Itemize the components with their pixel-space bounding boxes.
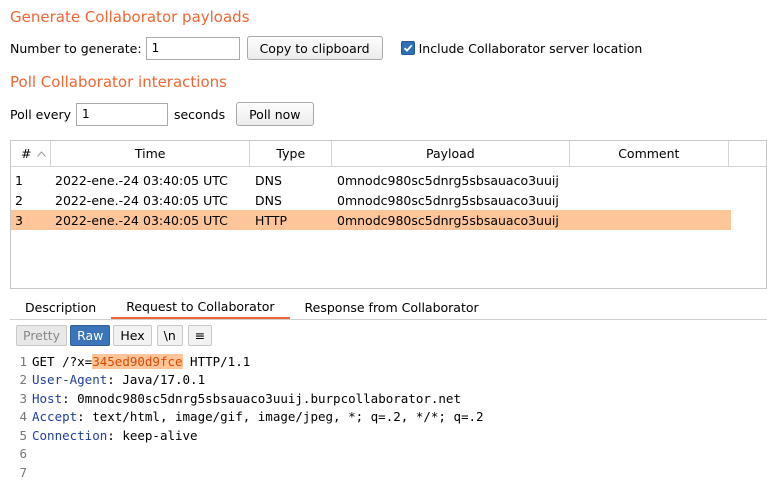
- header-colon: :: [107, 427, 115, 443]
- line-number: 3: [19, 390, 27, 406]
- include-server-location-checkbox[interactable]: Include Collaborator server location: [400, 40, 643, 56]
- editor-line: 6: [0, 445, 767, 464]
- raw-button[interactable]: Raw: [70, 325, 111, 346]
- table-row-selected[interactable]: 3 2022-ene.-24 03:40:05 UTC HTTP 0mnodc9…: [11, 210, 731, 230]
- poll-now-button[interactable]: Poll now: [236, 102, 314, 126]
- number-label: Number to generate:: [10, 40, 142, 56]
- row-num: 3: [15, 212, 23, 228]
- editor-line: 3 Host: 0mnodc980sc5dnrg5sbsauaco3uuij.bu…: [0, 389, 767, 408]
- pretty-button[interactable]: Pretty: [16, 325, 68, 346]
- editor-line: 4 Accept: text/html, image/gif, image/jpe…: [0, 408, 767, 427]
- highlighted-parameter-value: 345ed90d9fce: [92, 353, 183, 369]
- row-time: 2022-ene.-24 03:40:05 UTC: [55, 212, 228, 228]
- column-header-filler: [729, 141, 766, 166]
- header-key: Connection: [32, 427, 108, 443]
- row-type: DNS: [255, 172, 282, 188]
- line-number: 5: [19, 427, 27, 443]
- column-header-type[interactable]: Type: [250, 141, 333, 166]
- header-key: Accept: [32, 409, 78, 425]
- column-header-num-label: #: [21, 146, 32, 161]
- column-header-num[interactable]: #: [11, 141, 51, 166]
- tab-request-to-collaborator[interactable]: Request to Collaborator: [111, 295, 290, 319]
- header-colon: :: [62, 390, 70, 406]
- include-server-location-label: Include Collaborator server location: [418, 40, 643, 56]
- header-key: Host: [32, 390, 63, 406]
- line-number: 7: [19, 464, 27, 480]
- header-value: keep-alive: [114, 427, 198, 443]
- detail-tabs: Description Request to Collaborator Resp…: [10, 295, 767, 320]
- seconds-label: seconds: [173, 106, 226, 122]
- row-payload: 0mnodc980sc5dnrg5sbsauaco3uuij: [337, 172, 559, 188]
- header-value: 0mnodc980sc5dnrg5sbsauaco3uuij.burpcolla…: [69, 390, 461, 406]
- row-num: 2: [15, 192, 23, 208]
- header-colon: :: [77, 409, 85, 425]
- poll-section-title: Poll Collaborator interactions: [10, 73, 227, 91]
- header-colon: :: [107, 372, 115, 388]
- row-payload: 0mnodc980sc5dnrg5sbsauaco3uuij: [337, 212, 559, 228]
- line-number: 2: [19, 372, 27, 388]
- checkbox-checked-icon: [400, 41, 415, 55]
- tab-response-from-collaborator[interactable]: Response from Collaborator: [290, 295, 494, 319]
- editor-line: 5 Connection: keep-alive: [0, 426, 767, 445]
- editor-line: 7: [0, 463, 767, 482]
- menu-icon[interactable]: ≡: [187, 325, 213, 346]
- editor-line: 1 GET /?x= 345ed90d9fce HTTP/1.1: [0, 352, 767, 371]
- header-value: Java/17.0.1: [114, 372, 206, 388]
- column-header-payload[interactable]: Payload: [332, 141, 570, 166]
- editor-line: 2 User-Agent: Java/17.0.1: [0, 371, 767, 390]
- poll-interval-input[interactable]: [75, 102, 168, 126]
- row-payload: 0mnodc980sc5dnrg5sbsauaco3uuij: [337, 192, 559, 208]
- generate-section-title: Generate Collaborator payloads: [10, 8, 250, 26]
- table-row[interactable]: 2 2022-ene.-24 03:40:05 UTC DNS 0mnodc98…: [11, 190, 766, 210]
- poll-row: Poll every seconds Poll now: [10, 102, 314, 126]
- header-value: text/html, image/gif, image/jpeg, *; q=.…: [84, 409, 484, 425]
- sort-ascending-icon: [37, 150, 47, 157]
- editor-toolbar: Pretty Raw Hex \n ≡: [16, 325, 213, 346]
- request-line-suffix: HTTP/1.1: [182, 353, 251, 369]
- request-line-prefix: GET /?x=: [32, 353, 93, 369]
- hex-button[interactable]: Hex: [113, 325, 152, 346]
- copy-to-clipboard-button[interactable]: Copy to clipboard: [246, 36, 383, 60]
- table-row[interactable]: 1 2022-ene.-24 03:40:05 UTC DNS 0mnodc98…: [11, 170, 766, 190]
- row-num: 1: [15, 172, 23, 188]
- column-header-time[interactable]: Time: [51, 141, 251, 166]
- number-input[interactable]: [145, 36, 240, 60]
- row-time: 2022-ene.-24 03:40:05 UTC: [55, 172, 228, 188]
- line-number: 1: [19, 353, 27, 369]
- poll-every-label: Poll every: [10, 106, 71, 122]
- interactions-table: # Time Type Payload Comment 1 2022-ene.-…: [10, 140, 767, 289]
- tab-description[interactable]: Description: [10, 295, 111, 319]
- show-newlines-button[interactable]: \n: [156, 325, 183, 346]
- table-header: # Time Type Payload Comment: [11, 141, 766, 167]
- request-editor[interactable]: 1 GET /?x= 345ed90d9fce HTTP/1.1 2 User-Age…: [0, 352, 767, 480]
- header-key: User-Agent: [32, 372, 108, 388]
- column-header-comment[interactable]: Comment: [570, 141, 730, 166]
- generate-row: Number to generate: Copy to clipboard In…: [10, 36, 642, 60]
- row-time: 2022-ene.-24 03:40:05 UTC: [55, 192, 228, 208]
- row-type: DNS: [255, 192, 282, 208]
- line-number: 6: [19, 446, 27, 462]
- row-type: HTTP: [255, 212, 287, 228]
- line-number: 4: [19, 409, 27, 425]
